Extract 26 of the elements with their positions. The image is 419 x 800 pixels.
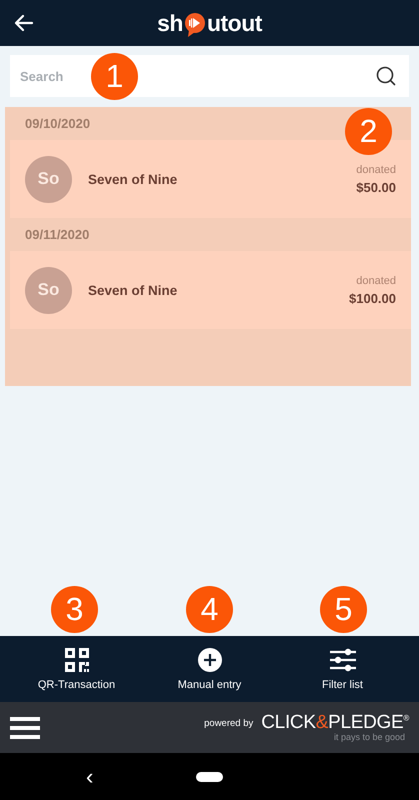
plus-circle-icon bbox=[196, 647, 222, 673]
back-arrow-icon[interactable] bbox=[14, 13, 34, 33]
action-button[interactable]: Filter list bbox=[282, 647, 402, 691]
search-icon[interactable] bbox=[375, 65, 397, 87]
powered-by-text: powered by bbox=[204, 718, 254, 729]
date-header: 09/10/2020 bbox=[25, 116, 90, 131]
avatar: So bbox=[25, 266, 72, 314]
qr-code-icon bbox=[64, 647, 90, 673]
app-logo: sh utout bbox=[157, 8, 262, 38]
sliders-icon bbox=[328, 647, 356, 673]
donation-row[interactable]: So Seven of Nine donated $100.00 bbox=[10, 251, 411, 329]
date-header: 09/11/2020 bbox=[25, 227, 90, 242]
donor-name: Seven of Nine bbox=[88, 282, 178, 298]
donation-label: donated bbox=[356, 164, 396, 176]
avatar: So bbox=[25, 156, 72, 202]
back-button[interactable]: ‹ bbox=[86, 764, 98, 790]
action-button[interactable]: QR-Transaction bbox=[16, 647, 136, 691]
action-button[interactable]: Manual entry bbox=[150, 647, 270, 691]
tagline: it pays to be good bbox=[334, 732, 405, 742]
donation-label: donated bbox=[356, 274, 396, 286]
brand-logo: CLICK&PLEDGE$^{®}$ bbox=[261, 713, 409, 732]
donor-name: Seven of Nine bbox=[88, 172, 178, 186]
home-button[interactable] bbox=[196, 772, 223, 782]
menu-icon[interactable] bbox=[10, 716, 40, 740]
donation-amount: $100.00 bbox=[349, 290, 396, 306]
donation-amount: $50.00 bbox=[356, 180, 396, 194]
